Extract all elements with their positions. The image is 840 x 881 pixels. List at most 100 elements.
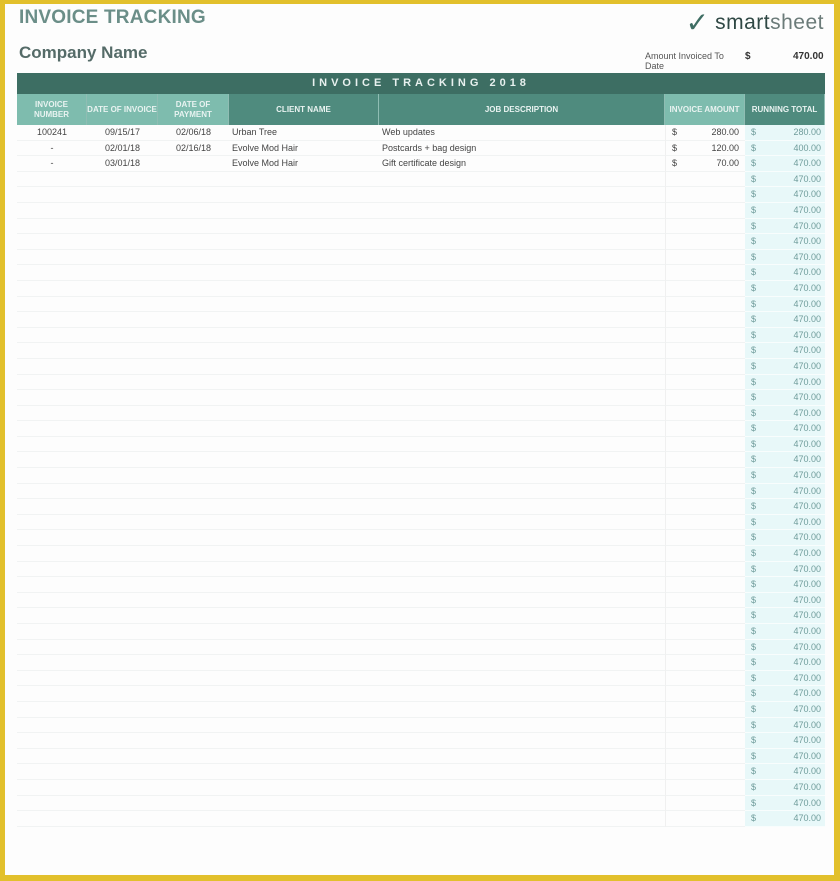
date-of-payment-cell[interactable] [158,780,229,796]
col-header-job-description[interactable]: JOB DESCRIPTION [379,94,665,125]
date-of-invoice-cell[interactable] [87,406,158,422]
client-name-cell[interactable] [229,718,379,734]
date-of-invoice-cell[interactable] [87,328,158,344]
running-total-cell[interactable]: $470.00 [745,764,825,780]
invoice-number-cell[interactable] [17,375,87,391]
invoice-amount-cell[interactable] [665,811,745,827]
date-of-invoice-cell[interactable] [87,375,158,391]
job-description-cell[interactable] [379,811,665,827]
date-of-invoice-cell[interactable]: 09/15/17 [87,125,158,141]
invoice-number-cell[interactable] [17,343,87,359]
invoice-number-cell[interactable] [17,702,87,718]
date-of-invoice-cell[interactable] [87,780,158,796]
job-description-cell[interactable] [379,312,665,328]
date-of-invoice-cell[interactable] [87,655,158,671]
invoice-number-cell[interactable] [17,421,87,437]
client-name-cell[interactable] [229,187,379,203]
date-of-invoice-cell[interactable] [87,702,158,718]
running-total-cell[interactable]: $470.00 [745,343,825,359]
invoice-number-cell[interactable] [17,577,87,593]
running-total-cell[interactable]: $470.00 [745,171,825,188]
invoice-number-cell[interactable] [17,749,87,765]
date-of-invoice-cell[interactable] [87,468,158,484]
client-name-cell[interactable] [229,749,379,765]
client-name-cell[interactable] [229,359,379,375]
invoice-amount-cell[interactable] [665,546,745,562]
invoice-amount-cell[interactable] [665,234,745,250]
invoice-amount-cell[interactable] [665,390,745,406]
date-of-invoice-cell[interactable] [87,265,158,281]
invoice-amount-cell[interactable] [665,686,745,702]
date-of-invoice-cell[interactable] [87,562,158,578]
date-of-payment-cell[interactable]: 02/16/18 [158,141,229,157]
date-of-payment-cell[interactable] [158,281,229,297]
client-name-cell[interactable] [229,640,379,656]
date-of-payment-cell[interactable] [158,671,229,687]
running-total-cell[interactable]: $470.00 [745,452,825,469]
invoice-number-cell[interactable] [17,796,87,812]
invoice-number-cell[interactable] [17,468,87,484]
invoice-number-cell[interactable] [17,733,87,749]
date-of-payment-cell[interactable] [158,187,229,203]
col-header-running-total[interactable]: RUNNING TOTAL [745,94,825,125]
running-total-cell[interactable]: $470.00 [745,608,825,624]
running-total-cell[interactable]: $470.00 [745,577,825,593]
date-of-invoice-cell[interactable] [87,515,158,531]
job-description-cell[interactable] [379,343,665,359]
date-of-payment-cell[interactable] [158,250,229,266]
invoice-amount-cell[interactable] [665,795,745,812]
running-total-cell[interactable]: $280.00 [745,125,825,141]
invoice-number-cell[interactable] [17,686,87,702]
job-description-cell[interactable] [379,640,665,656]
invoice-number-cell[interactable] [17,671,87,687]
job-description-cell[interactable] [379,671,665,687]
invoice-amount-cell[interactable] [665,561,745,578]
invoice-amount-cell[interactable] [665,748,745,765]
client-name-cell[interactable] [229,468,379,484]
invoice-number-cell[interactable]: - [17,141,87,157]
invoice-amount-cell[interactable] [665,483,745,500]
job-description-cell[interactable] [379,421,665,437]
running-total-cell[interactable]: $470.00 [745,390,825,406]
date-of-invoice-cell[interactable] [87,219,158,235]
running-total-cell[interactable]: $470.00 [745,639,825,656]
date-of-invoice-cell[interactable] [87,297,158,313]
date-of-invoice-cell[interactable] [87,343,158,359]
date-of-invoice-cell[interactable] [87,593,158,609]
client-name-cell[interactable]: Evolve Mod Hair [229,141,379,157]
date-of-payment-cell[interactable] [158,577,229,593]
running-total-cell[interactable]: $470.00 [745,156,825,172]
invoice-amount-cell[interactable] [665,218,745,235]
invoice-amount-cell[interactable] [665,468,745,484]
invoice-amount-cell[interactable] [665,592,745,609]
job-description-cell[interactable] [379,406,665,422]
job-description-cell[interactable] [379,468,665,484]
client-name-cell[interactable] [229,686,379,702]
client-name-cell[interactable] [229,530,379,547]
date-of-invoice-cell[interactable] [87,640,158,656]
running-total-cell[interactable]: $470.00 [745,327,825,344]
col-header-client-name[interactable]: CLIENT NAME [229,94,379,125]
running-total-cell[interactable]: $470.00 [745,312,825,328]
invoice-number-cell[interactable] [17,172,87,188]
client-name-cell[interactable] [229,811,379,827]
client-name-cell[interactable] [229,250,379,266]
invoice-number-cell[interactable] [17,359,87,375]
invoice-number-cell[interactable] [17,297,87,313]
invoice-amount-cell[interactable] [665,249,745,266]
job-description-cell[interactable] [379,562,665,578]
invoice-amount-cell[interactable] [665,312,745,328]
job-description-cell[interactable] [379,281,665,297]
invoice-number-cell[interactable] [17,718,87,734]
running-total-cell[interactable]: $470.00 [745,234,825,250]
running-total-cell[interactable]: $470.00 [745,748,825,765]
invoice-number-cell[interactable] [17,593,87,609]
job-description-cell[interactable]: Web updates [379,125,665,141]
job-description-cell[interactable] [379,390,665,406]
client-name-cell[interactable] [229,219,379,235]
invoice-number-cell[interactable] [17,187,87,203]
date-of-invoice-cell[interactable] [87,250,158,266]
client-name-cell[interactable] [229,375,379,391]
client-name-cell[interactable] [229,343,379,359]
invoice-amount-cell[interactable] [665,280,745,297]
